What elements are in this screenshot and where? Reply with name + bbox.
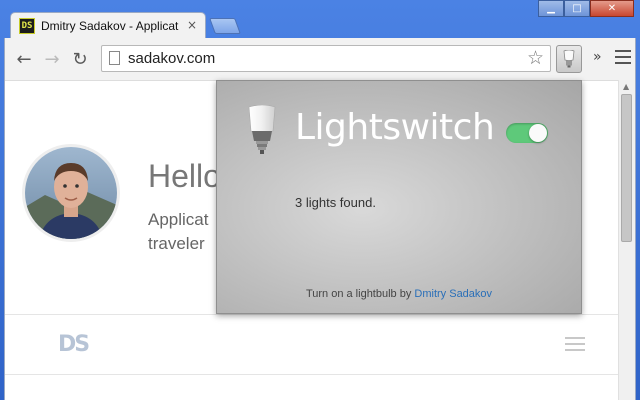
new-tab-button[interactable]: [209, 18, 241, 34]
footer-text: Turn on a lightbulb by: [305, 288, 412, 300]
author-link[interactable]: Dmitry Sadakov: [414, 288, 492, 300]
toolbar: ← → ↻ sadakov.com ☆ »: [4, 38, 636, 80]
subtitle-line-2: traveler: [148, 234, 205, 253]
browser-menu-icon[interactable]: [613, 46, 633, 66]
tab-title: Dmitry Sadakov - Applicat: [41, 19, 179, 33]
maximize-button[interactable]: □: [564, 0, 590, 17]
avatar-photo: [25, 147, 117, 239]
forward-button[interactable]: →: [41, 48, 63, 70]
divider: [5, 314, 619, 315]
window-controls: ▁ □ ✕: [538, 0, 634, 17]
divider: [5, 374, 619, 375]
browser-tab[interactable]: DS Dmitry Sadakov - Applicat ×: [10, 12, 206, 38]
minimize-button[interactable]: ▁: [538, 0, 564, 17]
address-bar[interactable]: sadakov.com ☆: [101, 45, 551, 72]
site-logo[interactable]: DS: [58, 332, 90, 357]
scrollbar-thumb[interactable]: [621, 94, 632, 242]
lights-status: 3 lights found.: [295, 195, 376, 210]
site-menu-icon[interactable]: [565, 337, 585, 355]
page-heading: Hello: [148, 158, 221, 194]
page-subtitle: Applicat traveler: [148, 208, 218, 256]
extensions-overflow-icon[interactable]: »: [593, 49, 602, 65]
lightswitch-popup: Lightswitch 3 lights found. Turn on a li…: [216, 80, 582, 314]
bookmark-star-icon[interactable]: ☆: [527, 47, 544, 69]
tab-close-icon[interactable]: ×: [187, 18, 197, 32]
page-scrollbar[interactable]: ▲: [618, 80, 635, 400]
site-favicon-icon: DS: [19, 18, 35, 34]
power-toggle[interactable]: [506, 123, 548, 143]
subtitle-line-1: Applicat: [148, 210, 209, 229]
close-window-button[interactable]: ✕: [590, 0, 634, 17]
url-text[interactable]: sadakov.com: [128, 50, 215, 67]
profile-avatar: [22, 144, 120, 242]
lightswitch-extension-button[interactable]: [556, 45, 582, 73]
lightbulb-icon: [563, 50, 575, 68]
page-icon: [109, 51, 120, 65]
toggle-knob: [529, 124, 547, 142]
back-button[interactable]: ←: [13, 48, 35, 70]
popup-title: Lightswitch: [295, 107, 495, 148]
lightbulb-icon: [247, 104, 277, 159]
browser-window: ▁ □ ✕ DS Dmitry Sadakov - Applicat × ← →…: [0, 0, 640, 400]
popup-footer: Turn on a lightbulb by Dmitry Sadakov: [217, 288, 581, 300]
reload-button[interactable]: ↻: [69, 48, 91, 70]
scroll-up-icon[interactable]: ▲: [623, 82, 629, 91]
